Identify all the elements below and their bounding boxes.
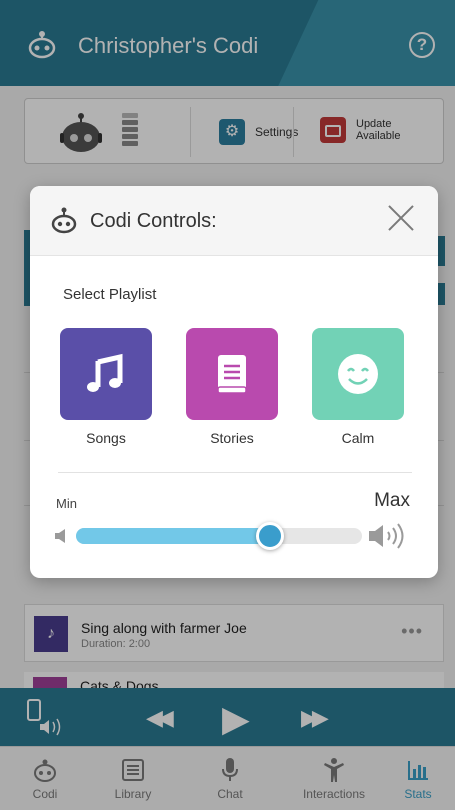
volume-slider-handle[interactable] xyxy=(256,522,285,550)
close-icon[interactable] xyxy=(386,203,416,233)
volume-slider-fill xyxy=(76,528,271,544)
playlist-calm-button[interactable] xyxy=(312,328,404,420)
playlist-stories-button[interactable] xyxy=(186,328,278,420)
dialog-title: Codi Controls: xyxy=(90,210,217,232)
codi-logo-icon xyxy=(51,207,77,234)
codi-controls-dialog: Codi Controls: Select Playlist Songs Sto… xyxy=(30,186,438,578)
volume-min-label: Min xyxy=(56,496,77,511)
playlist-heading: Select Playlist xyxy=(63,286,157,303)
dialog-header: Codi Controls: xyxy=(30,186,438,256)
playlist-songs-label: Songs xyxy=(86,430,126,446)
music-note-icon xyxy=(87,353,123,392)
volume-low-icon xyxy=(55,529,65,543)
smile-icon xyxy=(338,354,378,394)
playlist-calm-label: Calm xyxy=(341,430,375,446)
book-icon xyxy=(217,355,247,394)
volume-slider[interactable] xyxy=(76,522,362,550)
divider xyxy=(58,472,412,473)
playlist-songs-button[interactable] xyxy=(60,328,152,420)
volume-high-icon xyxy=(369,523,404,549)
playlist-stories-label: Stories xyxy=(210,430,254,446)
volume-max-label: Max xyxy=(374,490,410,511)
